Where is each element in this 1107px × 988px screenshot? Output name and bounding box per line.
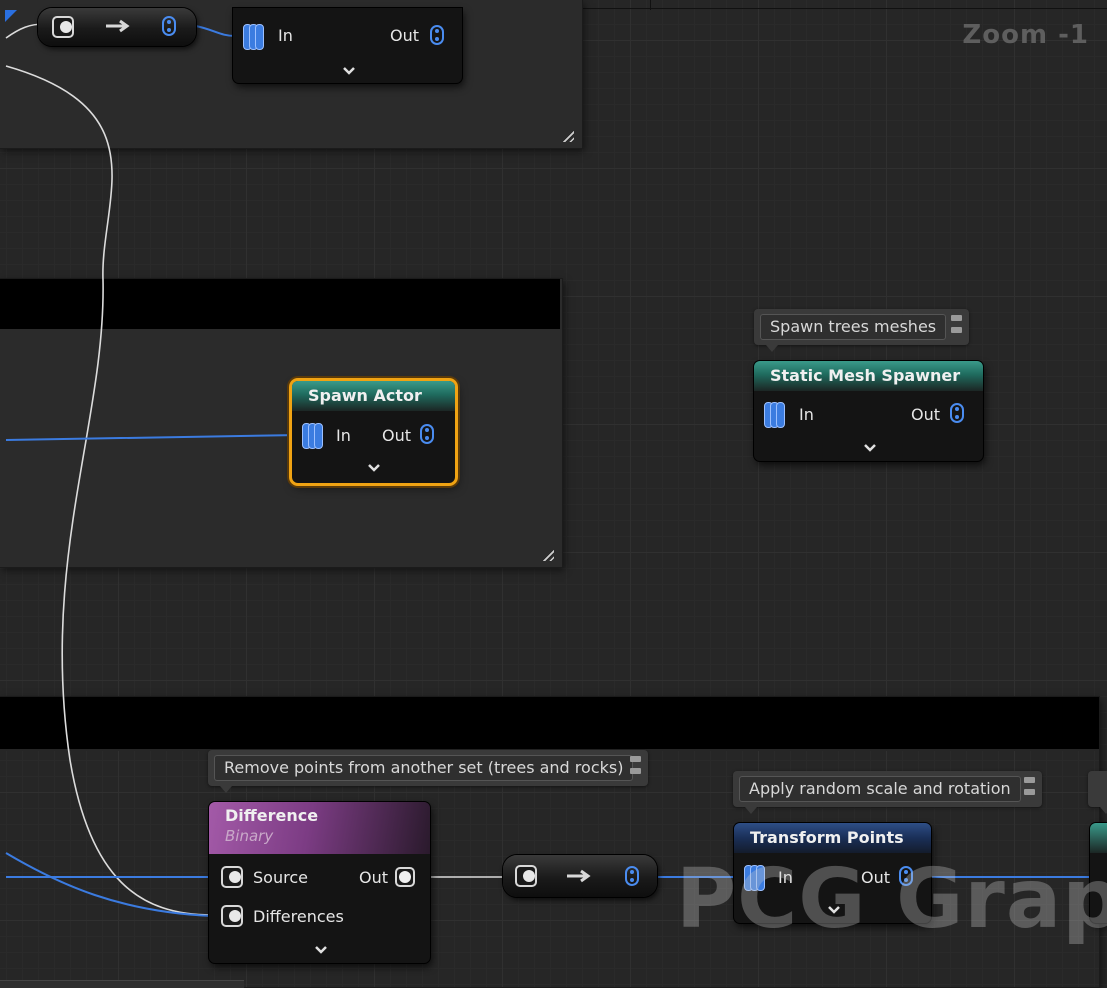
resize-grip-icon[interactable] xyxy=(560,128,574,142)
param-pin-icon[interactable] xyxy=(162,16,176,36)
in-pin-label: In xyxy=(278,26,293,45)
resize-grip-icon[interactable] xyxy=(540,547,554,561)
grid-major-line xyxy=(650,0,651,10)
chevron-down-icon[interactable] xyxy=(862,442,878,454)
reroute-node-top[interactable] xyxy=(38,8,196,46)
arrow-right-icon xyxy=(567,869,591,883)
pin-comment-icon[interactable] xyxy=(1024,775,1036,803)
graph-type-watermark: PCG Graph xyxy=(676,852,1107,947)
differences-pin-icon[interactable] xyxy=(221,905,243,927)
comment-bubble-partial[interactable] xyxy=(1088,771,1107,814)
comment-box-middle[interactable] xyxy=(0,279,562,567)
node-static-mesh-spawner[interactable]: Static Mesh Spawner In Out xyxy=(754,361,983,461)
chevron-down-icon[interactable] xyxy=(366,462,382,474)
chevron-down-icon[interactable] xyxy=(313,944,329,956)
param-pin-icon[interactable] xyxy=(950,403,964,423)
node-spawn-actor[interactable]: Spawn Actor In Out xyxy=(292,381,455,483)
in-pin-label: In xyxy=(799,405,814,424)
comment-bubble[interactable]: Spawn trees meshes xyxy=(754,309,969,352)
point-pin-icon[interactable] xyxy=(52,16,74,38)
node-top-partial[interactable]: In Out xyxy=(233,8,462,83)
zoom-level-label: Zoom -1 xyxy=(962,20,1089,50)
comment-text[interactable]: Remove points from another set (trees an… xyxy=(214,755,634,781)
multi-pin-icon[interactable] xyxy=(302,421,326,449)
out-pin-label: Out xyxy=(382,426,412,445)
node-subtitle: Binary xyxy=(225,827,274,845)
node-difference[interactable]: Difference Binary Source Out Differences xyxy=(209,802,430,963)
node-header: Difference Binary xyxy=(209,802,430,854)
arrow-right-icon xyxy=(106,19,130,33)
comment-text[interactable]: Apply random scale and rotation xyxy=(739,776,1021,802)
point-pin-icon[interactable] xyxy=(515,865,537,887)
source-pin-label: Source xyxy=(253,868,308,887)
node-title: Difference xyxy=(225,806,319,825)
pin-comment-icon[interactable] xyxy=(951,313,963,341)
corner-marker-icon xyxy=(5,10,17,22)
pin-comment-icon[interactable] xyxy=(630,754,642,782)
node-title: Static Mesh Spawner xyxy=(754,361,983,391)
param-pin-icon[interactable] xyxy=(420,424,434,444)
comment-box-header[interactable] xyxy=(0,697,1099,749)
multi-pin-icon[interactable] xyxy=(243,22,267,50)
comment-text[interactable]: Spawn trees meshes xyxy=(760,314,947,340)
comment-bubble[interactable]: Apply random scale and rotation xyxy=(733,771,1042,814)
node-title: Spawn Actor xyxy=(292,381,455,411)
param-pin-icon[interactable] xyxy=(430,25,444,45)
comment-bubble[interactable]: Remove points from another set (trees an… xyxy=(208,750,648,793)
differences-pin-label: Differences xyxy=(253,907,344,926)
in-pin-label: In xyxy=(336,426,351,445)
reroute-node-bottom[interactable] xyxy=(503,855,657,897)
out-pin-label: Out xyxy=(390,26,420,45)
out-pin-label: Out xyxy=(359,868,389,887)
chevron-down-icon[interactable] xyxy=(341,65,357,77)
node-title: Transform Points xyxy=(734,823,931,853)
param-pin-icon[interactable] xyxy=(625,866,639,886)
source-pin-icon[interactable] xyxy=(221,866,243,888)
multi-pin-icon[interactable] xyxy=(764,400,788,428)
out-pin-icon[interactable] xyxy=(395,867,415,887)
comment-box-header[interactable] xyxy=(0,279,560,329)
out-pin-label: Out xyxy=(911,405,941,424)
